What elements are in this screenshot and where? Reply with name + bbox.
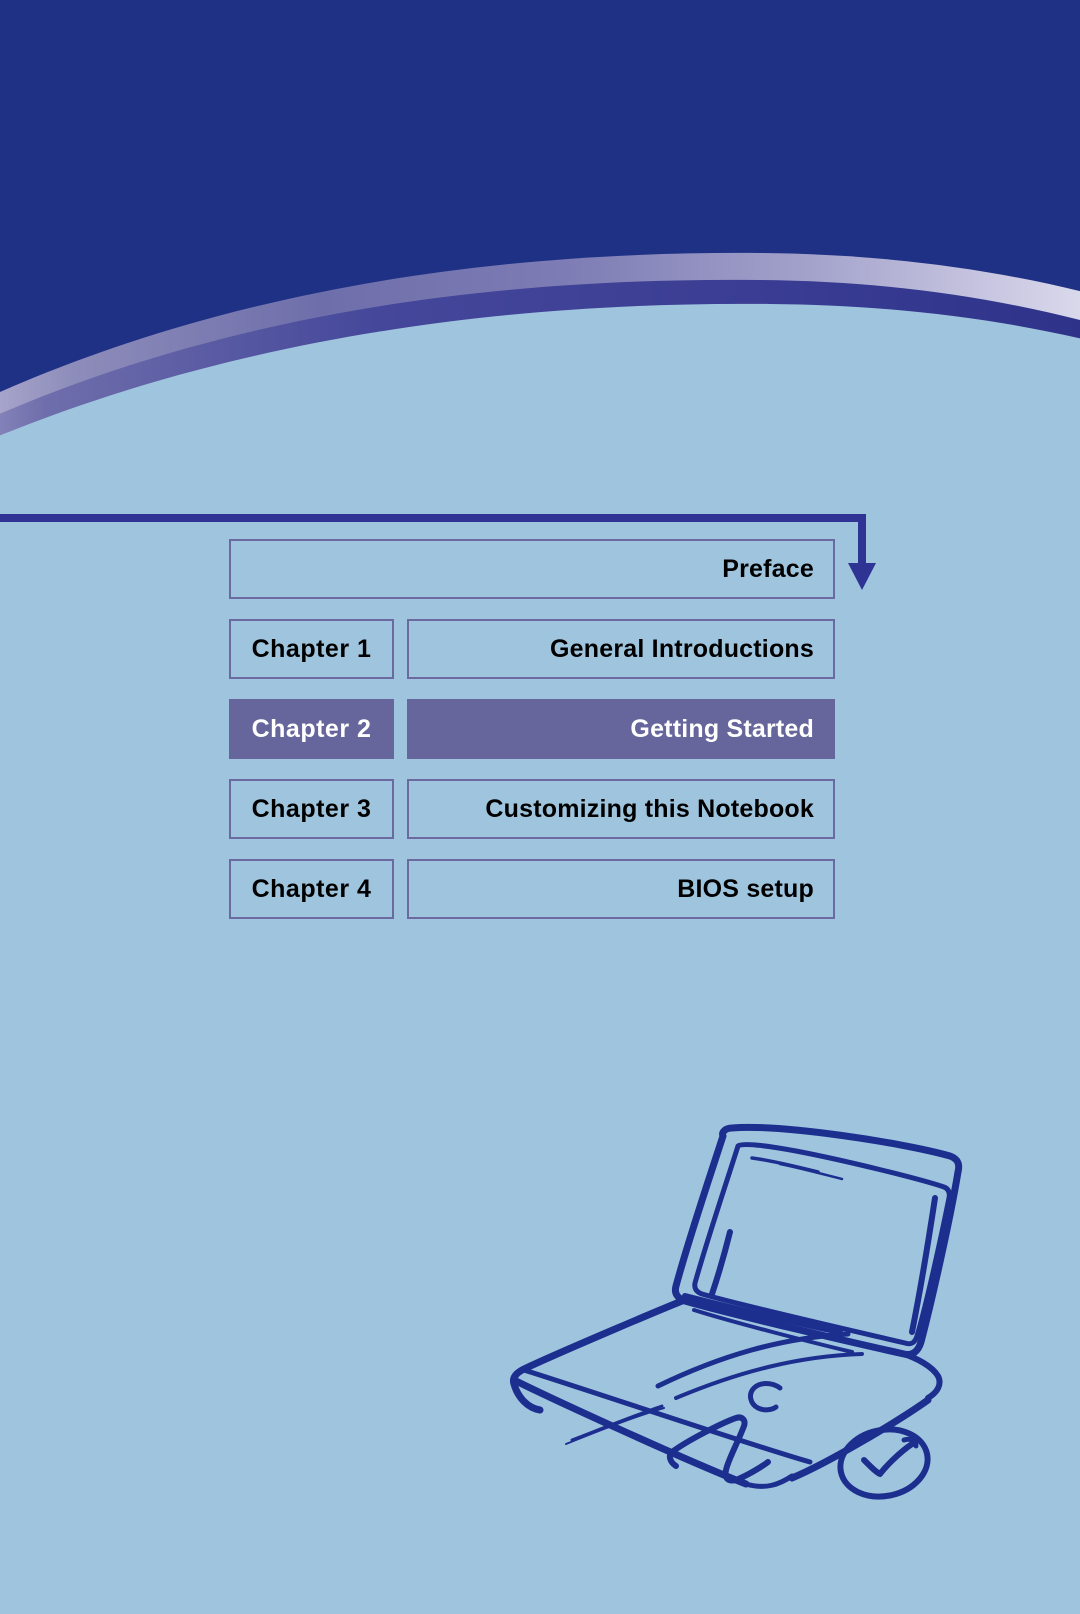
table-row-chapter-1[interactable]: Chapter 1 General Introductions bbox=[229, 619, 835, 679]
preface-cell[interactable]: Preface bbox=[229, 539, 835, 599]
laptop-sketch-illustration bbox=[510, 1123, 963, 1500]
chapter-title-label-3: Customizing this Notebook bbox=[485, 794, 814, 823]
table-row-chapter-4[interactable]: Chapter 4 BIOS setup bbox=[229, 859, 835, 919]
chapter-number-cell-3[interactable]: Chapter 3 bbox=[229, 779, 394, 839]
page-root: Preface Chapter 1 General Introductions … bbox=[0, 0, 1080, 1614]
table-row-chapter-3[interactable]: Chapter 3 Customizing this Notebook bbox=[229, 779, 835, 839]
table-row-preface[interactable]: Preface bbox=[229, 539, 835, 599]
chapter-title-label-4: BIOS setup bbox=[677, 874, 814, 903]
laptop-screen-inner-edge bbox=[709, 1229, 733, 1297]
flow-arrow-head bbox=[848, 563, 876, 590]
laptop-base-back-right bbox=[901, 1351, 943, 1401]
chapter-number-label-1: Chapter 1 bbox=[251, 634, 372, 663]
chapter-title-label-1: General Introductions bbox=[550, 634, 814, 663]
laptop-palmrest-curve bbox=[655, 1331, 851, 1389]
chapter-number-cell-1[interactable]: Chapter 1 bbox=[229, 619, 394, 679]
laptop-power-button-icon bbox=[748, 1381, 783, 1413]
chapter-number-cell-2[interactable]: Chapter 2 bbox=[229, 699, 394, 759]
chapter-number-cell-4[interactable]: Chapter 4 bbox=[229, 859, 394, 919]
laptop-screen-glint-2 bbox=[778, 1162, 844, 1181]
chapter-title-cell-4[interactable]: BIOS setup bbox=[407, 859, 835, 919]
chapter-number-label-4: Chapter 4 bbox=[251, 874, 372, 903]
chapter-title-cell-3[interactable]: Customizing this Notebook bbox=[407, 779, 835, 839]
chapter-title-label-2: Getting Started bbox=[630, 714, 814, 743]
laptop-touchpad-curve bbox=[674, 1352, 864, 1400]
chapter-title-cell-1[interactable]: General Introductions bbox=[407, 619, 835, 679]
laptop-base-front-corner bbox=[743, 1473, 795, 1489]
chapter-number-label-2: Chapter 2 bbox=[251, 714, 372, 743]
chapter-number-label-3: Chapter 3 bbox=[251, 794, 372, 823]
chapter-table: Preface Chapter 1 General Introductions … bbox=[229, 539, 835, 919]
chapter-title-cell-2[interactable]: Getting Started bbox=[407, 699, 835, 759]
header-decoration bbox=[0, 0, 1080, 500]
mouse-body-outline bbox=[837, 1426, 931, 1500]
preface-label: Preface bbox=[722, 554, 814, 583]
mouse-button-glyph bbox=[861, 1441, 915, 1477]
table-row-chapter-2[interactable]: Chapter 2 Getting Started bbox=[229, 699, 835, 759]
